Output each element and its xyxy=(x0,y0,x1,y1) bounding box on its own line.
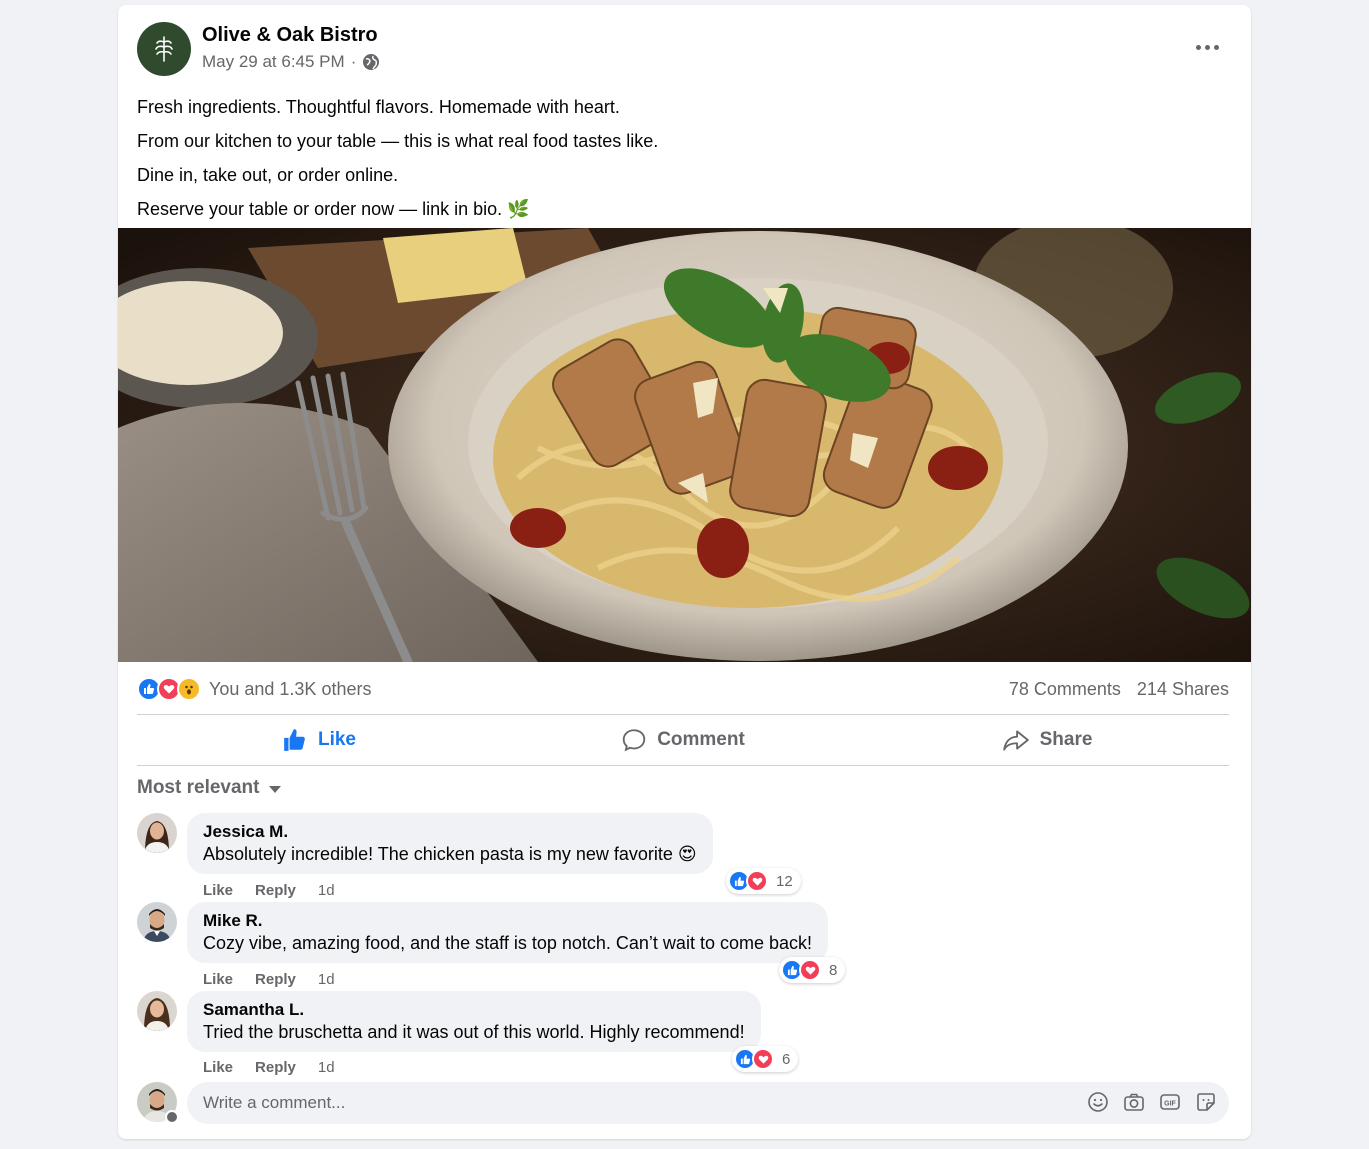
caption-line: Fresh ingredients. Thoughtful flavors. H… xyxy=(137,97,620,117)
status-badge xyxy=(165,1110,179,1124)
share-icon xyxy=(1002,730,1029,751)
post-stats: You and 1.3K others 78 Comments 214 Shar… xyxy=(137,675,1229,703)
avatar[interactable] xyxy=(137,991,177,1031)
comment-reply-button[interactable]: Reply xyxy=(255,1059,296,1076)
like-label: Like xyxy=(317,729,357,750)
reaction-count: 12 xyxy=(776,872,793,890)
comment-time[interactable]: 1d xyxy=(318,882,335,899)
caption-line: Dine in, take out, or order online. xyxy=(137,165,399,185)
sticker-icon[interactable] xyxy=(1195,1091,1217,1113)
comment-like-button[interactable]: Like xyxy=(203,1059,233,1076)
comment-actions: Like Reply 1d xyxy=(203,971,335,988)
comment-time[interactable]: 1d xyxy=(318,1059,335,1076)
post-timestamp[interactable]: May 29 at 6:45 PM xyxy=(202,52,345,72)
emoji-icon[interactable] xyxy=(1087,1091,1109,1113)
comment-reactions[interactable]: 12 xyxy=(726,868,801,894)
post-card: Olive & Oak Bistro May 29 at 6:45 PM · F… xyxy=(118,5,1251,1139)
comment-time[interactable]: 1d xyxy=(318,971,335,988)
comment-actions: Like Reply 1d xyxy=(203,882,335,899)
comments-count-link[interactable]: 78 Comments xyxy=(1009,679,1121,700)
meta-separator: · xyxy=(350,52,357,71)
post-photo[interactable] xyxy=(118,228,1251,662)
leaf-logo-icon xyxy=(155,36,173,62)
shares-count-link[interactable]: 214 Shares xyxy=(1137,679,1229,700)
comment-sort-dropdown[interactable]: Most relevant xyxy=(137,777,282,799)
divider xyxy=(137,765,1229,766)
pasta-dish-image xyxy=(118,228,1251,662)
comment-reactions[interactable]: 6 xyxy=(732,1046,799,1072)
post-action-bar: Like Comment Share xyxy=(137,715,1229,765)
caret-down-icon xyxy=(269,785,282,793)
like-button[interactable]: Like xyxy=(137,715,501,765)
commenter-name[interactable]: Jessica M. xyxy=(203,821,697,843)
reaction-count-text: You and 1.3K others xyxy=(209,678,372,699)
caption-line: From our kitchen to your table — this is… xyxy=(137,131,659,151)
comment-composer: GIF xyxy=(137,1082,1229,1124)
love-icon xyxy=(752,1048,774,1070)
page-avatar[interactable] xyxy=(137,22,191,76)
comment-reply-button[interactable]: Reply xyxy=(255,971,296,988)
comment-bubble: Jessica M. Absolutely incredible! The ch… xyxy=(187,813,713,874)
share-label: Share xyxy=(1039,729,1093,750)
camera-icon[interactable] xyxy=(1123,1091,1145,1113)
comment-reply-button[interactable]: Reply xyxy=(255,882,296,899)
avatar[interactable] xyxy=(137,902,177,942)
globe-icon[interactable] xyxy=(362,53,380,71)
svg-text:GIF: GIF xyxy=(1164,1101,1176,1108)
gif-icon[interactable]: GIF xyxy=(1159,1091,1181,1113)
comment-input[interactable] xyxy=(187,1082,1229,1124)
sort-label: Most relevant xyxy=(137,777,260,798)
post-meta: May 29 at 6:45 PM · xyxy=(202,52,380,72)
post-caption: Fresh ingredients. Thoughtful flavors. H… xyxy=(137,90,658,226)
comment-text: Cozy vibe, amazing food, and the staff i… xyxy=(203,933,812,953)
comment-like-button[interactable]: Like xyxy=(203,971,233,988)
avatar[interactable] xyxy=(137,813,177,853)
comment-button[interactable]: Comment xyxy=(501,715,865,765)
love-icon xyxy=(746,870,768,892)
comment-text: Absolutely incredible! The chicken pasta… xyxy=(203,844,697,864)
reaction-count: 6 xyxy=(782,1050,791,1068)
caption-line: Reserve your table or order now — link i… xyxy=(137,199,530,219)
dot-icon xyxy=(1213,44,1219,50)
comment-bubble: Samantha L. Tried the bruschetta and it … xyxy=(187,991,761,1052)
dot-icon xyxy=(1195,44,1201,50)
comment-like-button[interactable]: Like xyxy=(203,882,233,899)
page-name[interactable]: Olive & Oak Bistro xyxy=(202,24,378,47)
comment-label: Comment xyxy=(657,729,745,750)
comment-actions: Like Reply 1d xyxy=(203,1059,335,1076)
composer-tools: GIF xyxy=(1087,1091,1217,1113)
comment-text: Tried the bruschetta and it was out of t… xyxy=(203,1022,745,1042)
commenter-name[interactable]: Samantha L. xyxy=(203,999,745,1021)
post-options-button[interactable] xyxy=(1191,37,1223,57)
love-icon xyxy=(799,959,821,981)
thumbs-up-icon xyxy=(284,729,305,751)
comment-bubble: Mike R. Cozy vibe, amazing food, and the… xyxy=(187,902,828,963)
comment-icon xyxy=(622,729,646,752)
share-button[interactable]: Share xyxy=(865,715,1229,765)
dot-icon xyxy=(1204,44,1210,50)
reaction-summary[interactable]: You and 1.3K others xyxy=(137,677,371,701)
comment-reactions[interactable]: 8 xyxy=(779,957,846,983)
wow-icon xyxy=(177,677,201,701)
reaction-count: 8 xyxy=(829,961,838,979)
commenter-name[interactable]: Mike R. xyxy=(203,910,812,932)
